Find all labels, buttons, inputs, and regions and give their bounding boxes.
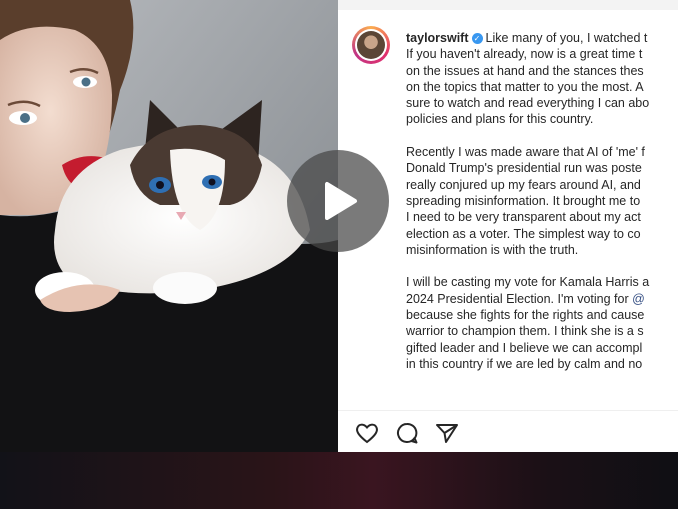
instagram-post-panel: taylorswift ✓ Like many of you, I watched … <box>338 0 678 452</box>
profile-avatar[interactable] <box>352 26 390 64</box>
caption-line: I need to be very transparent about my a… <box>406 210 641 225</box>
mention-link[interactable]: @ <box>632 292 645 306</box>
caption-text: 2024 Presidential Election. I'm voting f… <box>406 291 629 306</box>
avatar-image <box>357 31 385 59</box>
post-action-bar <box>338 410 678 452</box>
caption-line: If you haven't already, now is a great t… <box>406 47 643 62</box>
caption-line: in this country if we are led by calm an… <box>406 356 643 371</box>
caption-line: Donald Trump's presidential run was post… <box>406 161 642 176</box>
heart-icon[interactable] <box>354 421 380 445</box>
caption-line: really conjured up my fears around AI, a… <box>406 177 641 192</box>
caption-line: I will be casting my vote for Kamala Har… <box>406 275 650 290</box>
caption-line: election as a voter. The simplest way to… <box>406 226 641 241</box>
post-caption: taylorswift ✓ Like many of you, I watched … <box>406 30 678 372</box>
play-icon <box>325 182 357 220</box>
caption-line: Recently I was made aware that AI of 'me… <box>406 145 645 160</box>
video-bottom-bar <box>0 452 678 509</box>
caption-line: on the topics that matter to you the mos… <box>406 79 644 94</box>
caption-line: on the issues at hand and the stances th… <box>406 63 644 78</box>
comment-icon[interactable] <box>394 421 420 445</box>
send-icon[interactable] <box>434 421 460 445</box>
caption-line: 2024 Presidential Election. I'm voting f… <box>406 291 678 307</box>
caption-line: policies and plans for this country. <box>406 112 594 127</box>
username-link[interactable]: taylorswift <box>406 31 469 45</box>
caption-line: warrior to champion them. I think she is… <box>406 324 644 339</box>
caption-line: sure to watch and read everything I can … <box>406 96 650 111</box>
caption-first-line: taylorswift ✓ Like many of you, I watched … <box>406 30 678 46</box>
caption-text: Like many of you, I watched t <box>485 31 648 45</box>
caption-line: spreading misinformation. It brought me … <box>406 193 641 208</box>
video-play-button[interactable] <box>287 150 389 252</box>
caption-line: gifted leader and I believe we can accom… <box>406 340 643 355</box>
post-header-strip <box>338 0 678 10</box>
verified-badge-icon: ✓ <box>471 33 483 44</box>
caption-line: misinformation is with the truth. <box>406 242 579 257</box>
caption-line: because she fights for the rights and ca… <box>406 308 645 323</box>
